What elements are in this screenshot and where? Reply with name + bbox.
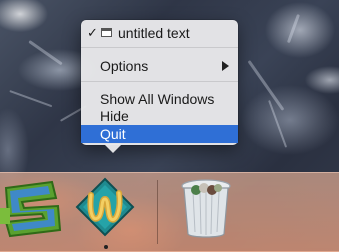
menu-item-hide[interactable]: Hide: [81, 107, 238, 125]
dock-separator: [157, 180, 158, 244]
menu-separator: [81, 81, 238, 82]
menu-item-options[interactable]: Options: [81, 57, 238, 75]
menu-item-quit-label: Quit: [100, 126, 126, 142]
stylized-s-app-icon[interactable]: [0, 178, 66, 240]
menu-item-show-all-windows[interactable]: Show All Windows: [81, 90, 238, 108]
dock-context-menu: ✓ untitled text Options Show All Windows…: [81, 20, 238, 145]
checkmark-icon: ✓: [87, 25, 98, 40]
menu-item-window-label: untitled text: [118, 25, 190, 41]
menu-item-options-label: Options: [100, 58, 149, 74]
running-indicator-dot: [104, 245, 108, 249]
submenu-arrow-icon: [222, 61, 229, 71]
trash-icon[interactable]: [178, 178, 234, 240]
window-icon: [101, 28, 112, 37]
menu-separator: [81, 47, 238, 48]
menu-item-window[interactable]: ✓ untitled text: [81, 24, 238, 42]
menu-item-hide-label: Hide: [100, 108, 129, 124]
menu-pointer-arrow: [104, 144, 122, 153]
textwrangler-app-icon[interactable]: [75, 177, 135, 237]
menu-item-quit[interactable]: Quit: [81, 125, 238, 143]
menu-item-show-all-windows-label: Show All Windows: [100, 91, 215, 107]
